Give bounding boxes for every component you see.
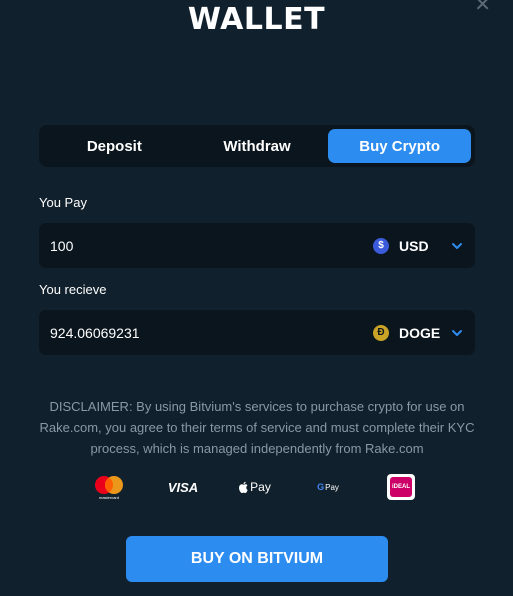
ideal-label: iDEAL — [392, 484, 410, 490]
apple-pay-label: Pay — [250, 480, 271, 494]
tab-withdraw[interactable]: Withdraw — [186, 129, 329, 163]
you-receive-label: You recieve — [39, 282, 107, 297]
receive-amount-value: 924.06069231 — [50, 324, 140, 341]
visa-icon: VISA — [165, 472, 201, 502]
buy-on-bitvium-button[interactable]: BUY ON BITVIUM — [126, 536, 388, 582]
tab-buy-crypto[interactable]: Buy Crypto — [328, 129, 472, 163]
ideal-icon: iDEAL — [385, 472, 417, 502]
mastercard-icon: mastercard — [92, 472, 126, 502]
disclaimer-text: DISCLAIMER: By using Bitvium's services … — [39, 399, 475, 456]
chevron-down-icon — [452, 242, 462, 249]
pay-currency-select[interactable]: $ USD — [373, 237, 463, 254]
receive-currency-select[interactable]: Ð DOGE — [373, 324, 463, 341]
page-title: WALLET — [187, 2, 326, 37]
you-pay-label: You Pay — [39, 195, 87, 210]
pay-currency-label: USD — [399, 237, 429, 254]
mastercard-label: mastercard — [98, 494, 119, 500]
visa-label: VISA — [167, 479, 199, 495]
receive-currency-label: DOGE — [399, 324, 441, 341]
usd-coin-icon: $ — [373, 237, 389, 254]
google-pay-label: Pay — [325, 482, 339, 492]
pay-amount-field[interactable]: 100 $ USD — [39, 223, 475, 268]
google-pay-icon: G Pay — [317, 482, 339, 492]
chevron-down-icon — [452, 329, 462, 336]
payment-methods: mastercard VISA Pay G Pay iDEAL — [0, 472, 513, 502]
doge-coin-icon: Ð — [373, 324, 389, 341]
receive-amount-field: 924.06069231 Ð DOGE — [39, 310, 475, 355]
pay-amount-input[interactable]: 100 — [50, 238, 373, 254]
tab-deposit[interactable]: Deposit — [43, 129, 186, 163]
tab-bar: Deposit Withdraw Buy Crypto — [39, 125, 475, 167]
apple-pay-icon: Pay — [238, 472, 272, 502]
